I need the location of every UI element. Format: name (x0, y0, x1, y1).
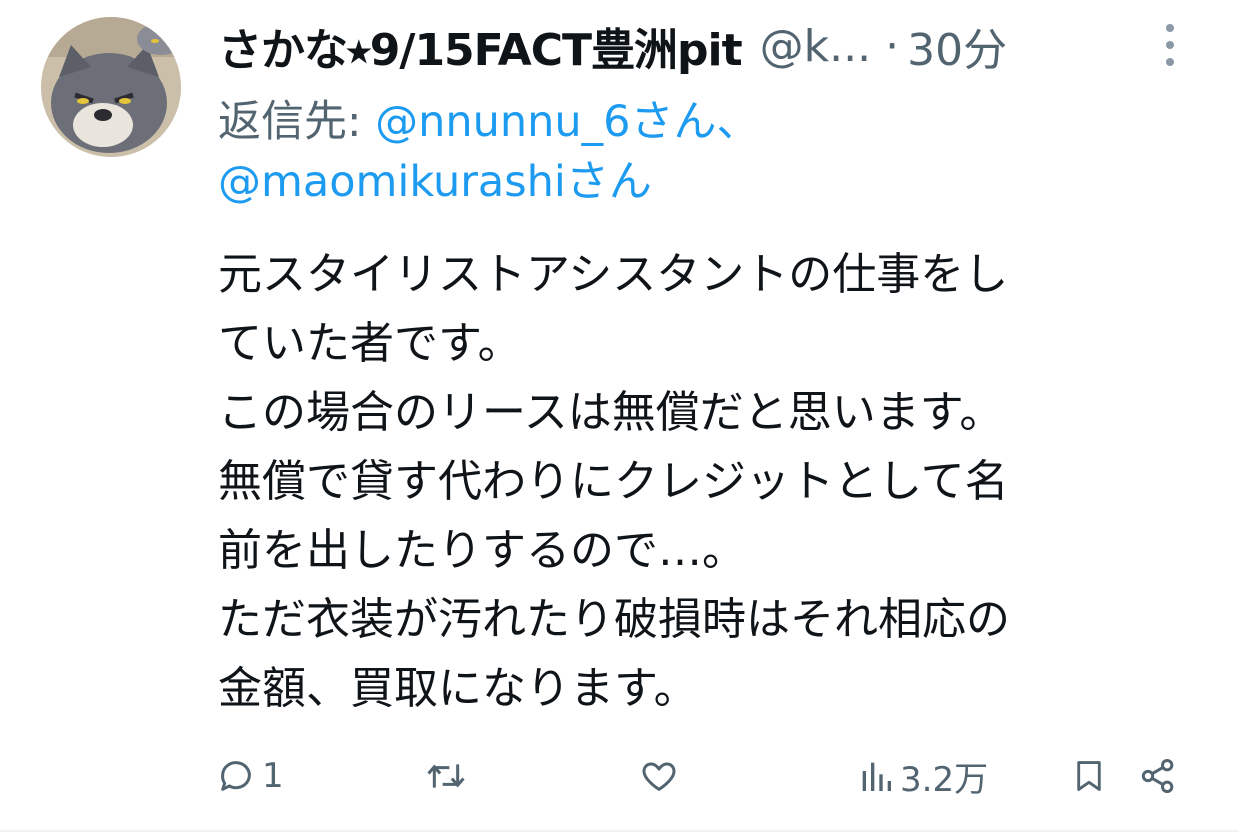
bookmark-button[interactable] (1070, 748, 1108, 804)
mention-link[interactable]: @nnunnu_6さん、 (375, 97, 759, 147)
more-options-button[interactable] (1150, 18, 1190, 72)
tweet-text-line: この場合のリースは無償だと思います。 (218, 387, 1004, 438)
timestamp[interactable]: 30分 (907, 14, 1007, 78)
avatar[interactable] (41, 17, 181, 157)
reply-count: 1 (262, 756, 284, 796)
share-button[interactable] (1138, 748, 1178, 804)
tweet-text-line: 前を出したりするので…。 (218, 525, 746, 576)
display-name[interactable]: さかな⭑9/15FACT豊洲pit (218, 14, 743, 78)
retweet-icon (427, 764, 465, 788)
views-count: 3.2万 (900, 759, 989, 800)
user-handle[interactable]: @k... (760, 21, 871, 72)
views-button[interactable]: 3.2万 (858, 748, 988, 804)
tweet-header: さかな⭑9/15FACT豊洲pit @k... · 30分 (218, 14, 1007, 78)
more-vertical-icon (1166, 24, 1174, 32)
like-button[interactable] (638, 748, 686, 804)
more-vertical-icon-dot (1166, 58, 1174, 66)
more-vertical-icon-dot (1166, 41, 1174, 49)
tweet-text-line: ていた者です。 (218, 318, 522, 369)
tweet-text-line: 金額、買取になります。 (218, 663, 698, 714)
tweet[interactable]: さかな⭑9/15FACT豊洲pit @k... · 30分 返信先: @nnun… (0, 0, 1239, 832)
tweet-text-line: 無償で貸す代わりにクレジットとして名 (218, 456, 1009, 507)
bookmark-icon (1077, 761, 1101, 791)
reply-prefix: 返信先: (218, 97, 376, 147)
tweet-text-line: ただ衣装が汚れたり破損時はそれ相応の (218, 594, 1010, 645)
tweet-text: 元スタイリストアシスタントの仕事をし ていた者です。 この場合のリースは無償だと… (218, 240, 1168, 723)
reply-to-line: 返信先: @nnunnu_6さん、 @maomikurashiさん (218, 92, 1118, 212)
reply-button[interactable]: 1 (216, 748, 284, 804)
tweet-text-line: 元スタイリストアシスタントの仕事をし (218, 249, 1009, 300)
views-icon (862, 762, 891, 791)
retweet-button[interactable] (424, 748, 474, 804)
mention-link[interactable]: @maomikurashiさん (218, 157, 652, 207)
heart-icon (642, 762, 676, 791)
reply-icon (221, 761, 251, 791)
avatar-image (41, 17, 181, 157)
share-icon (1141, 759, 1174, 793)
action-bar: 1 3.2万 (0, 748, 1239, 804)
separator-dot: · (885, 20, 900, 72)
